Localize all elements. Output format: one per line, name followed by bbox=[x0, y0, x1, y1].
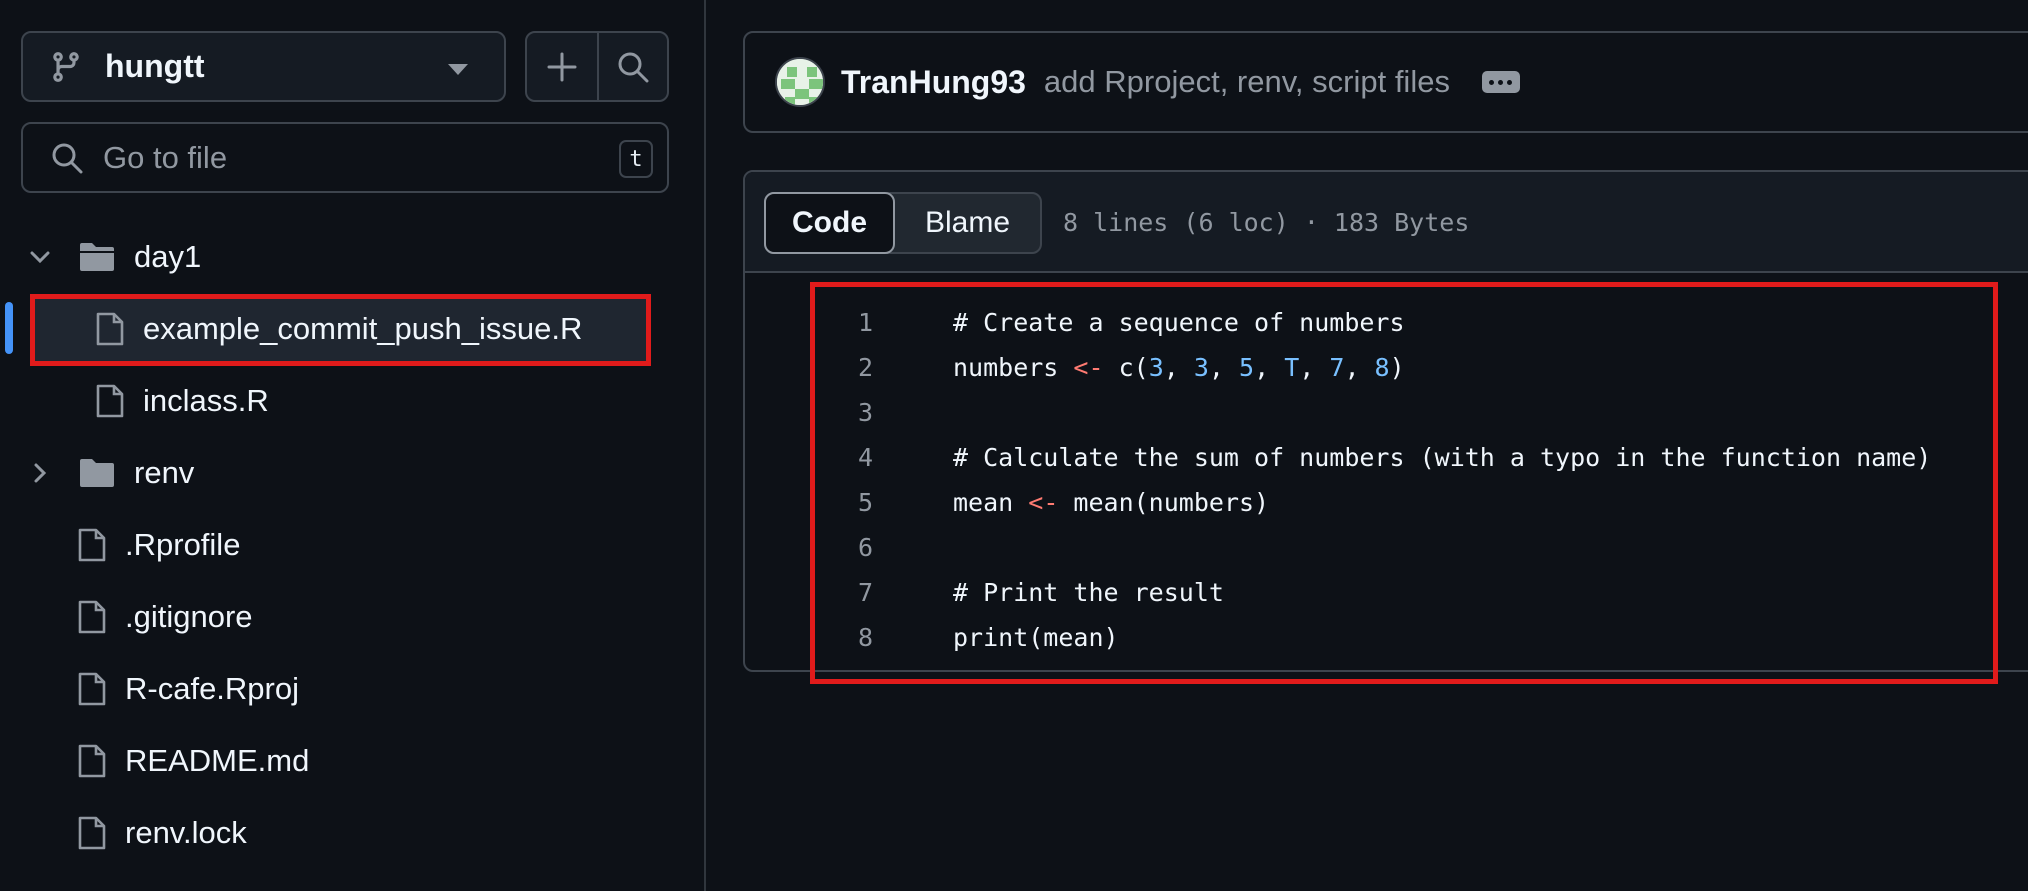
tree-item-renv-lock[interactable]: renv.lock bbox=[77, 803, 247, 863]
selected-row-indicator bbox=[5, 302, 13, 354]
tab-code[interactable]: Code bbox=[764, 192, 895, 254]
commit-message-link[interactable]: add Rproject, renv, script files bbox=[1044, 64, 1450, 100]
tree-item-label: .Rprofile bbox=[125, 527, 241, 562]
search-files-button[interactable] bbox=[597, 33, 667, 100]
latest-commit-bar: TranHung93 add Rproject, renv, script fi… bbox=[743, 31, 2028, 133]
tree-actions-group bbox=[525, 31, 669, 102]
file-icon bbox=[78, 672, 106, 706]
tree-item-inclass[interactable]: inclass.R bbox=[95, 371, 269, 431]
tree-item-rcafe-rproj[interactable]: R-cafe.Rproj bbox=[77, 659, 299, 719]
add-file-button[interactable] bbox=[527, 33, 597, 100]
tree-item-label: renv bbox=[134, 455, 195, 490]
tree-item-rprofile[interactable]: .Rprofile bbox=[77, 515, 240, 575]
file-tree-sidebar: hungtt t day1 bbox=[0, 0, 706, 891]
view-mode-toggle: Code Blame bbox=[764, 192, 1042, 254]
highlight-annotation-code bbox=[810, 282, 1998, 684]
file-icon bbox=[96, 384, 124, 418]
tree-item-label: README.md bbox=[125, 743, 310, 778]
plus-icon bbox=[547, 52, 577, 81]
caret-down-icon bbox=[448, 64, 468, 75]
branch-name: hungtt bbox=[105, 48, 205, 84]
go-to-file-input[interactable] bbox=[103, 139, 573, 176]
ellipsis-dot bbox=[1498, 79, 1504, 85]
git-branch-icon bbox=[53, 51, 79, 82]
folder-icon bbox=[80, 459, 114, 487]
go-to-file-field[interactable]: t bbox=[21, 122, 669, 193]
file-icon bbox=[78, 744, 106, 778]
file-size-info: 8 lines (6 loc) · 183 Bytes bbox=[1063, 208, 1470, 237]
ellipsis-dot bbox=[1489, 79, 1495, 85]
tree-item-gitignore[interactable]: .gitignore bbox=[77, 587, 253, 647]
ellipsis-dot bbox=[1507, 79, 1513, 85]
tab-blame[interactable]: Blame bbox=[895, 194, 1040, 252]
file-icon bbox=[78, 600, 106, 634]
tree-item-label: renv.lock bbox=[125, 815, 247, 850]
chevron-down-icon bbox=[30, 251, 50, 264]
highlight-annotation-file bbox=[30, 294, 651, 366]
tree-item-label: inclass.R bbox=[143, 383, 269, 418]
folder-open-icon bbox=[80, 243, 114, 271]
identicon-icon bbox=[777, 59, 823, 105]
commit-author-link[interactable]: TranHung93 bbox=[841, 64, 1026, 101]
avatar[interactable] bbox=[775, 57, 825, 107]
tree-item-label: day1 bbox=[134, 239, 202, 274]
tree-item-readme[interactable]: README.md bbox=[77, 731, 309, 791]
tree-item-label: .gitignore bbox=[125, 599, 253, 634]
search-icon bbox=[52, 143, 83, 173]
branch-selector-button[interactable]: hungtt bbox=[21, 31, 506, 102]
chevron-right-icon bbox=[34, 463, 47, 483]
file-icon bbox=[78, 528, 106, 562]
tree-item-renv[interactable]: renv bbox=[28, 443, 194, 503]
keyboard-shortcut-hint: t bbox=[619, 140, 653, 178]
file-icon bbox=[78, 816, 106, 850]
search-icon bbox=[618, 52, 649, 82]
tree-item-label: R-cafe.Rproj bbox=[125, 671, 299, 706]
file-header: Code Blame 8 lines (6 loc) · 183 Bytes bbox=[745, 172, 2028, 273]
commit-details-button[interactable] bbox=[1481, 71, 1520, 93]
tree-item-day1[interactable]: day1 bbox=[28, 227, 201, 287]
